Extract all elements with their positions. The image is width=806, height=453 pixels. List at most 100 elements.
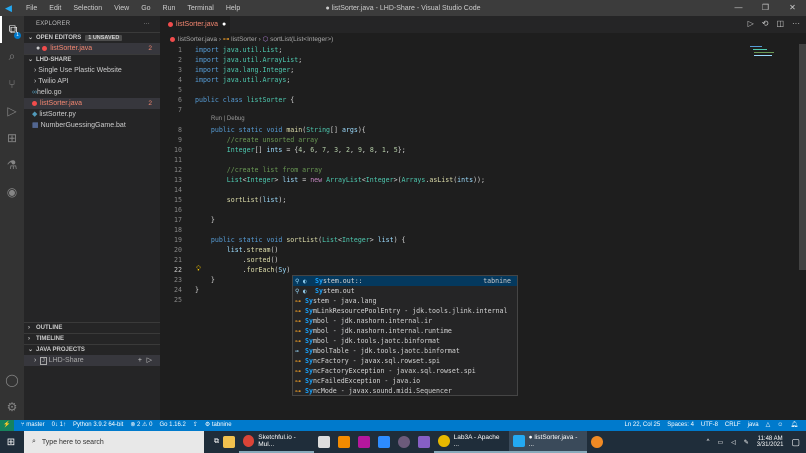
live-share-icon[interactable]: ⇪: [193, 420, 198, 431]
go-version[interactable]: Go 1.16.2: [159, 420, 185, 431]
taskbar-app-vscode[interactable]: ● listSorter.java - ...: [509, 431, 587, 453]
suggestion-item[interactable]: ⊶ SyncFailedException - java.io: [293, 376, 517, 386]
start-button[interactable]: ⊞: [0, 437, 22, 448]
suggestion-item[interactable]: ⊶ System - java.lang: [293, 296, 517, 306]
open-changes-icon[interactable]: ⟲: [762, 19, 769, 28]
folder-item[interactable]: › Single Use Plastic Website: [24, 65, 160, 76]
tab-listsorter-java[interactable]: listSorter.java ●: [160, 16, 230, 33]
branch-status[interactable]: ⑂ master: [21, 420, 45, 431]
line-ending[interactable]: CRLF: [725, 420, 741, 431]
restore-button[interactable]: ❐: [752, 0, 779, 16]
file-item[interactable]: listSorter.java 2: [24, 98, 160, 109]
minimap[interactable]: [750, 44, 800, 74]
sync-status[interactable]: 0↓ 1↑: [52, 420, 66, 431]
menu-help[interactable]: Help: [220, 5, 246, 12]
open-editor-item[interactable]: ● listSorter.java 2: [24, 43, 160, 54]
taskbar-app[interactable]: [314, 431, 334, 453]
code-line[interactable]: List<Integer> list = new ArrayList<Integ…: [195, 176, 485, 184]
action-center-icon[interactable]: ▢: [791, 437, 800, 448]
extensions-icon[interactable]: ⊞: [0, 124, 24, 151]
breadcrumb-file[interactable]: listSorter.java: [178, 36, 217, 43]
lightbulb-icon[interactable]: 💡︎: [196, 265, 201, 274]
menu-terminal[interactable]: Terminal: [181, 5, 219, 12]
python-interpreter[interactable]: Python 3.9.2 64-bit: [73, 420, 123, 431]
source-control-icon[interactable]: ⑂: [0, 70, 24, 97]
explorer-icon[interactable]: ⧉ 1: [0, 16, 24, 43]
file-item[interactable]: ∞hello.go: [24, 87, 160, 98]
indentation[interactable]: Spaces: 4: [667, 420, 694, 431]
code-line[interactable]: .sorted(): [195, 256, 279, 264]
file-explorer-app[interactable]: [219, 431, 239, 453]
code-line[interactable]: public class listSorter {: [195, 96, 294, 104]
suggestion-item[interactable]: ⊸ SymbolTable - jdk.tools.jaotc.binformat: [293, 346, 517, 356]
menu-view[interactable]: View: [108, 5, 135, 12]
settings-gear-icon[interactable]: ⚙: [0, 393, 24, 420]
code-line[interactable]: import java.lang.Integer;: [195, 66, 294, 74]
testing-icon[interactable]: ⚗: [0, 151, 24, 178]
suggestion-item[interactable]: ⊶ SyncFactoryException - javax.sql.rowset…: [293, 366, 517, 376]
outline-section[interactable]: › OUTLINE: [24, 322, 160, 333]
suggestion-item[interactable]: ⊶ Symbol - jdk.nashorn.internal.runtime: [293, 326, 517, 336]
volume-icon[interactable]: ◁: [731, 439, 736, 446]
code-line[interactable]: list.stream(): [195, 246, 279, 254]
notifications-icon[interactable]: 🔔︎: [790, 420, 798, 431]
remote-icon[interactable]: ◉: [0, 178, 24, 205]
menu-run[interactable]: Run: [157, 5, 182, 12]
taskbar-app[interactable]: [334, 431, 354, 453]
suggestion-item[interactable]: ⊶ SymLinkResourcePoolEntry - jdk.tools.jl…: [293, 306, 517, 316]
file-item[interactable]: ◆ listSorter.py: [24, 109, 160, 120]
code-line[interactable]: import java.util.Arrays;: [195, 76, 290, 84]
suggestion-item[interactable]: ⊶ Symbol - jdk.tools.jaotc.binformat: [293, 336, 517, 346]
close-button[interactable]: ✕: [779, 0, 806, 16]
code-line[interactable]: public static void sortList(List<Integer…: [195, 236, 406, 244]
workspace-section[interactable]: ⌄ LHD-SHARE: [24, 54, 160, 65]
account-icon[interactable]: ◯: [0, 366, 24, 393]
project-item[interactable]: › J LHD-Share + ▷: [24, 355, 160, 366]
code-line[interactable]: }: [195, 286, 199, 294]
encoding[interactable]: UTF-8: [701, 420, 718, 431]
breadcrumb-class[interactable]: listSorter: [231, 36, 257, 43]
file-item[interactable]: ▦ NumberGuessingGame.bat: [24, 120, 160, 131]
menu-selection[interactable]: Selection: [67, 5, 108, 12]
clock[interactable]: 11:48 AM 3/31/2021: [757, 436, 784, 448]
menu-file[interactable]: File: [20, 5, 43, 12]
code-line[interactable]: }: [195, 216, 215, 224]
taskbar-app-chrome[interactable]: Sketchful.io - Mul...: [239, 431, 314, 453]
add-icon[interactable]: +: [138, 355, 142, 366]
unsaved-dot-icon[interactable]: ●: [222, 21, 226, 28]
suggestion-item[interactable]: ⊶ SyncMode - javax.sound.midi.Sequencer: [293, 386, 517, 396]
split-editor-icon[interactable]: ◫: [776, 19, 784, 28]
suggestion-item[interactable]: ⚲ ◐ System.out: [293, 286, 517, 296]
network-icon[interactable]: ▭: [717, 439, 723, 446]
search-icon[interactable]: ⌕: [0, 43, 24, 70]
editor-scrollbar[interactable]: [799, 44, 806, 270]
folder-item[interactable]: › Twilio API: [24, 76, 160, 87]
breadcrumb-method[interactable]: sortList(List<Integer>): [270, 36, 333, 43]
code-line[interactable]: public static void main(String[] args){: [195, 126, 366, 134]
codelens-run-debug[interactable]: Run | Debug: [211, 116, 245, 122]
java-projects-section[interactable]: ⌄ JAVA PROJECTS: [24, 344, 160, 355]
taskbar-app[interactable]: [354, 431, 374, 453]
run-debug-icon[interactable]: ▷: [0, 97, 24, 124]
zoom-app[interactable]: [374, 431, 394, 453]
cursor-position[interactable]: Ln 22, Col 25: [625, 420, 661, 431]
language-mode[interactable]: java: [748, 420, 759, 431]
suggestion-item[interactable]: ⊶ SyncFactory - javax.sql.rowset.spi: [293, 356, 517, 366]
run-icon[interactable]: ▷: [147, 355, 152, 366]
taskbar-search[interactable]: ⌕ Type here to search: [24, 431, 204, 453]
code-line[interactable]: import java.util.List;: [195, 46, 282, 54]
taskbar-app[interactable]: [587, 431, 607, 453]
code-line[interactable]: }: [195, 276, 215, 284]
feedback-icon[interactable]: ☺: [777, 420, 783, 431]
sync-icon[interactable]: △: [766, 420, 771, 431]
more-actions-icon[interactable]: ···: [143, 16, 150, 32]
more-actions-icon[interactable]: ···: [792, 19, 800, 28]
tray-chevron-icon[interactable]: ^: [707, 439, 710, 445]
pen-icon[interactable]: ✎: [744, 439, 749, 446]
taskbar-app-lab3a[interactable]: Lab3A - Apache ...: [434, 431, 509, 453]
code-line[interactable]: sortList(list);: [195, 196, 287, 204]
code-line[interactable]: //create unsorted array: [195, 136, 318, 144]
code-line[interactable]: //create list from array: [195, 166, 322, 174]
suggestion-item[interactable]: ⚲ ◐ System.out:: tabnine: [293, 276, 517, 286]
minimize-button[interactable]: —: [725, 0, 752, 16]
